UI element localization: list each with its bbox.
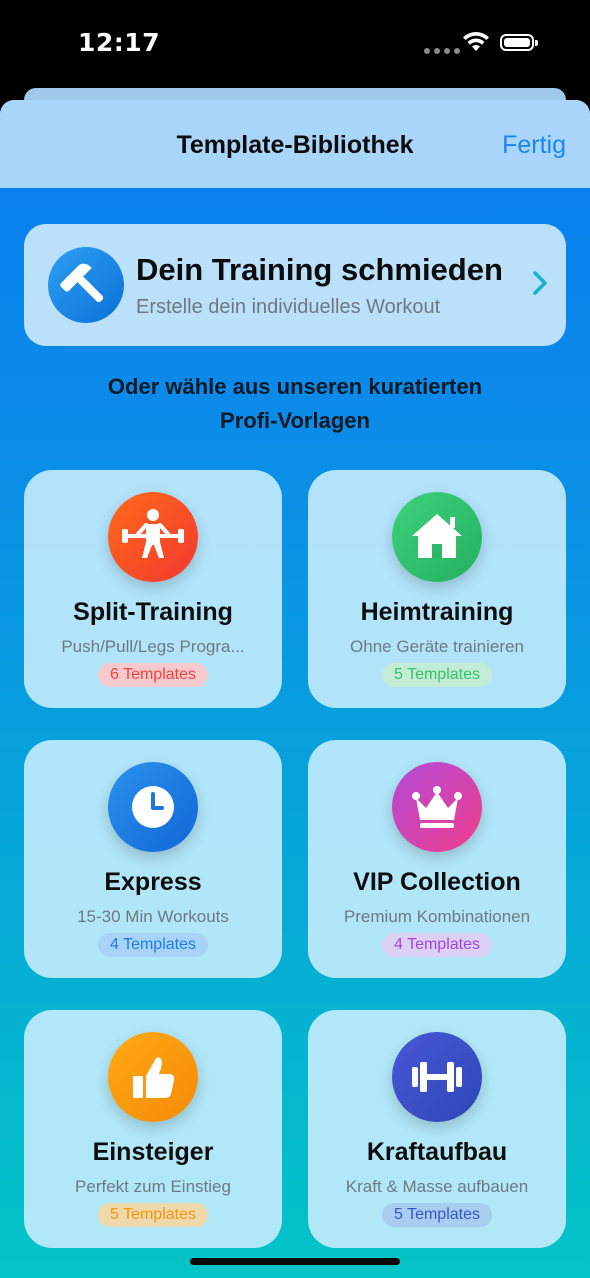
crown-icon [392,762,482,852]
nav-bar: Template-Bibliothek Fertig [0,100,590,188]
category-card-vip-collection[interactable]: VIP Collection Premium Kombinationen 4 T… [308,740,566,978]
custom-workout-builder-card[interactable]: Dein Training schmieden Erstelle dein in… [24,224,566,346]
card-title: Kraftaufbau [366,1138,508,1166]
house-icon [392,492,482,582]
section-heading-line-1: Oder wähle aus unseren kuratierten [107,374,483,399]
builder-subtitle: Erstelle dein individuelles Workout [136,296,441,318]
template-library-sheet: Template-Bibliothek Fertig Dein Training… [0,100,590,1278]
card-title: VIP Collection [353,868,521,896]
card-subtitle: Push/Pull/Legs Progra... [61,637,245,656]
thumbs-up-icon [108,1032,198,1122]
signal-icon [424,41,464,59]
hammer-icon [48,247,124,323]
battery-icon [500,34,538,51]
home-indicator[interactable] [190,1258,400,1265]
card-title: Split-Training [73,598,233,626]
card-subtitle: Kraft & Masse aufbauen [345,1177,529,1196]
dumbbell-icon [392,1032,482,1122]
card-subtitle: 15-30 Min Workouts [77,907,229,926]
wifi-icon [463,31,489,51]
card-subtitle: Premium Kombinationen [343,907,531,926]
clock-icon [108,762,198,852]
section-heading-line-2: Profi-Vorlagen [220,408,370,433]
status-bar: 12:17 [0,0,590,90]
template-count-badge: 5 Templates [382,1203,492,1227]
template-count-badge: 6 Templates [98,663,208,687]
card-subtitle: Perfekt zum Einstieg [75,1177,231,1196]
category-card-split-training[interactable]: Split-Training Push/Pull/Legs Progra... … [24,470,282,708]
template-count-badge: 5 Templates [98,1203,208,1227]
category-card-express[interactable]: Express 15-30 Min Workouts 4 Templates [24,740,282,978]
weightlifter-icon [108,492,198,582]
card-title: Heimtraining [360,598,514,626]
done-button[interactable]: Fertig [502,131,566,160]
template-count-badge: 4 Templates [382,933,492,957]
template-count-badge: 5 Templates [382,663,492,687]
category-card-einsteiger[interactable]: Einsteiger Perfekt zum Einstieg 5 Templa… [24,1010,282,1248]
template-count-badge: 4 Templates [98,933,208,957]
card-title: Einsteiger [92,1138,214,1166]
chevron-right-icon [533,271,547,295]
status-time: 12:17 [78,28,161,57]
builder-title: Dein Training schmieden [136,252,503,287]
category-card-heimtraining[interactable]: Heimtraining Ohne Geräte trainieren 5 Te… [308,470,566,708]
category-card-kraftaufbau[interactable]: Kraftaufbau Kraft & Masse aufbauen 5 Tem… [308,1010,566,1248]
card-subtitle: Ohne Geräte trainieren [350,637,524,656]
section-heading: Oder wähle aus unseren kuratierten Profi… [0,370,590,438]
card-title: Express [104,868,202,896]
